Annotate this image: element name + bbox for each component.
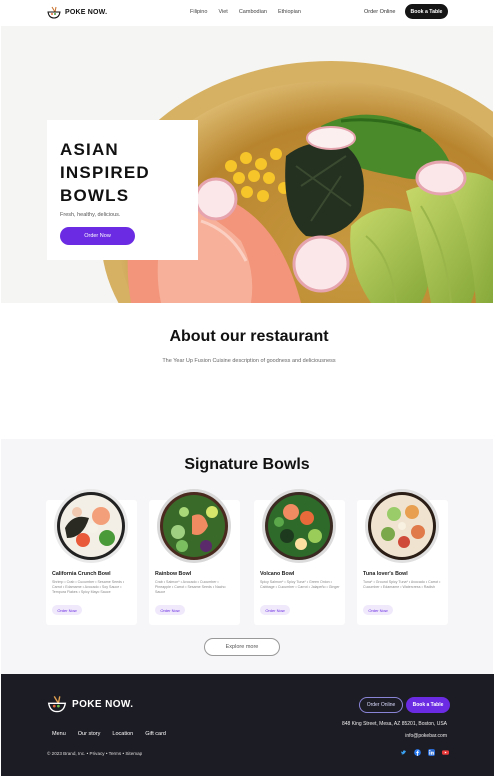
card-order-now-button[interactable]: Order Now bbox=[52, 605, 82, 615]
facebook-icon[interactable] bbox=[414, 749, 421, 756]
hero-subtitle: Fresh, healthy, delicious. bbox=[60, 212, 121, 218]
card-title: California Crunch Bowl bbox=[52, 571, 111, 577]
card-description: Spicy Salmon* • Spicy Tuna* • Green Onio… bbox=[260, 580, 340, 590]
bowl-card[interactable]: Tuna lover's Bowl Tuna* • Ground Spicy T… bbox=[357, 489, 448, 625]
nav-item-viet[interactable]: Viet bbox=[218, 9, 227, 15]
linkedin-icon[interactable] bbox=[428, 749, 435, 756]
card-description: Crab • Salmon* • Avocado • Cucumber • Pi… bbox=[155, 580, 226, 595]
rainbow-bowl-image bbox=[157, 489, 231, 563]
bowl-logo-icon bbox=[47, 696, 67, 713]
explore-more-button[interactable]: Explore more bbox=[204, 638, 280, 656]
footer-nav: Menu Our story Location Gift card bbox=[52, 731, 166, 737]
hero-card: ASIAN INSPIRED BOWLS Fresh, healthy, del… bbox=[47, 120, 198, 260]
footer-link-location[interactable]: Location bbox=[112, 731, 133, 737]
main-nav: Filipino Viet Cambodian Ethiopian bbox=[190, 9, 301, 15]
social-links bbox=[400, 749, 449, 756]
hero-title: ASIAN INSPIRED BOWLS bbox=[60, 140, 150, 205]
nav-item-filipino[interactable]: Filipino bbox=[190, 9, 207, 15]
footer-book-table-button[interactable]: Book a Table bbox=[406, 697, 450, 713]
bowl-card[interactable]: Rainbow Bowl Crab • Salmon* • Avocado • … bbox=[149, 489, 240, 625]
nav-item-ethiopian[interactable]: Ethiopian bbox=[278, 9, 301, 15]
bowl-logo-icon bbox=[47, 6, 61, 19]
logo[interactable]: POKE NOW. bbox=[47, 6, 107, 19]
card-title: Rainbow Bowl bbox=[155, 571, 192, 577]
about-description: The Year Up Fusion Cuisine description o… bbox=[162, 358, 336, 364]
hero-order-now-button[interactable]: Order Now bbox=[60, 227, 135, 245]
footer-logo[interactable]: POKE NOW. bbox=[47, 695, 133, 713]
signature-title: Signature Bowls bbox=[184, 456, 310, 473]
twitter-icon[interactable] bbox=[400, 749, 407, 756]
youtube-icon[interactable] bbox=[442, 749, 449, 756]
about-title: About our restaurant bbox=[169, 328, 329, 345]
card-order-now-button[interactable]: Order Now bbox=[363, 605, 393, 615]
card-title: Volcano Bowl bbox=[260, 571, 295, 577]
card-title: Tuna lover's Bowl bbox=[363, 571, 408, 577]
nav-item-cambodian[interactable]: Cambodian bbox=[239, 9, 267, 15]
hero-section: ASIAN INSPIRED BOWLS Fresh, healthy, del… bbox=[1, 26, 493, 303]
california-crunch-bowl-image bbox=[54, 489, 128, 563]
card-description: Shrimp • Crab • Cucumber • Sesame Seeds … bbox=[52, 580, 125, 595]
signature-bowls-section: Signature Bowls California Crunch Bowl S… bbox=[1, 439, 493, 674]
footer-order-online-button[interactable]: Order Online bbox=[359, 697, 403, 713]
footer-address: 848 King Street, Mesa, AZ 85201, Boston,… bbox=[341, 721, 447, 727]
about-section: About our restaurant The Year Up Fusion … bbox=[0, 303, 498, 439]
logo-text: POKE NOW. bbox=[65, 9, 108, 16]
bowl-card[interactable]: California Crunch Bowl Shrimp • Crab • C… bbox=[46, 489, 137, 625]
volcano-bowl-image bbox=[262, 489, 336, 563]
site-footer: POKE NOW. Menu Our story Location Gift c… bbox=[1, 674, 494, 776]
card-order-now-button[interactable]: Order Now bbox=[155, 605, 185, 615]
footer-logo-text: POKE NOW. bbox=[72, 698, 134, 710]
card-description: Tuna* • Ground Spicy Tuna* • Avocado • C… bbox=[363, 580, 441, 590]
bowl-card[interactable]: Volcano Bowl Spicy Salmon* • Spicy Tuna*… bbox=[254, 489, 345, 625]
order-online-link[interactable]: Order Online bbox=[364, 9, 396, 15]
card-order-now-button[interactable]: Order Now bbox=[260, 605, 290, 615]
footer-link-our-story[interactable]: Our story bbox=[78, 731, 101, 737]
footer-copyright: © 2023 Brand, Inc. • Privacy • Terms • S… bbox=[47, 751, 143, 756]
footer-email[interactable]: info@pokebar.com bbox=[405, 733, 447, 739]
site-header: POKE NOW. Filipino Viet Cambodian Ethiop… bbox=[0, 0, 498, 26]
book-table-button[interactable]: Book a Table bbox=[405, 4, 448, 19]
tuna-lovers-bowl-image bbox=[365, 489, 439, 563]
footer-link-gift-card[interactable]: Gift card bbox=[145, 731, 166, 737]
footer-link-menu[interactable]: Menu bbox=[52, 731, 66, 737]
